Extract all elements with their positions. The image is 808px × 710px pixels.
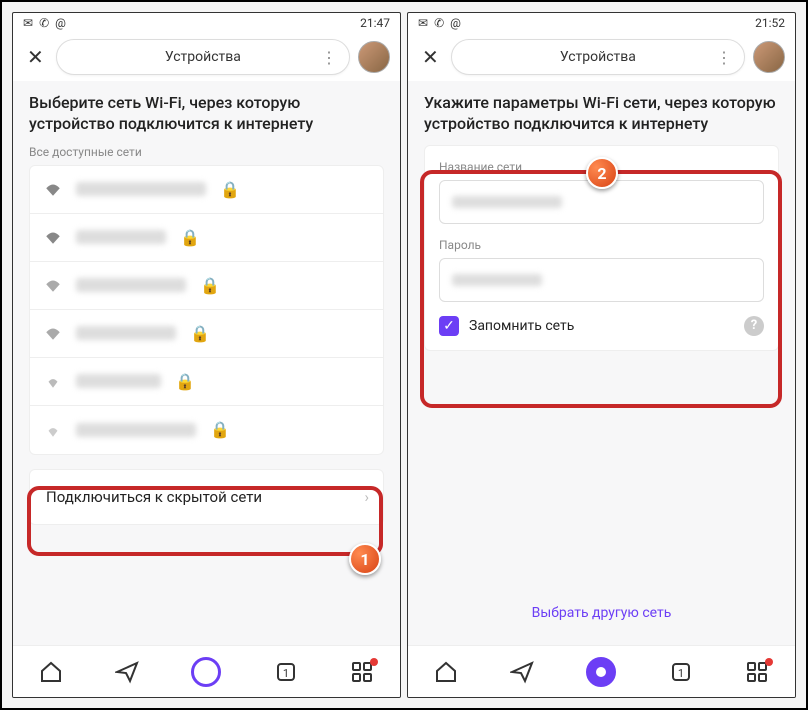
avatar[interactable] [753, 41, 785, 73]
nav-alice[interactable] [191, 657, 221, 687]
mail-icon: ✉ [418, 16, 428, 30]
lock-icon: 🔒 [190, 324, 210, 343]
nav-send[interactable] [115, 660, 139, 684]
nav-menu[interactable] [350, 660, 374, 684]
wifi-icon [44, 182, 62, 196]
wifi-item[interactable]: 🔒 [30, 214, 383, 262]
badge-1: 1 [349, 543, 381, 575]
clock: 21:47 [360, 16, 390, 30]
phone-left: ✉ ✆ @ 21:47 ✕ Устройства ⋮ Выберите сеть… [12, 12, 401, 698]
wifi-icon [44, 326, 62, 340]
lock-icon: 🔒 [180, 228, 200, 247]
wifi-item[interactable]: 🔒 [30, 166, 383, 214]
at-icon: @ [55, 16, 66, 30]
svg-text:1: 1 [283, 667, 289, 680]
wifi-name-blurred [76, 326, 176, 340]
wifi-item[interactable]: 🔒 [30, 406, 383, 454]
app-header: ✕ Устройства ⋮ [13, 33, 400, 81]
heading: Выберите сеть Wi-Fi, через которую устро… [29, 93, 384, 135]
more-icon[interactable]: ⋮ [716, 48, 732, 67]
close-icon[interactable]: ✕ [23, 41, 48, 73]
nav-tabs[interactable]: 1 [274, 660, 298, 684]
nav-bar: 1 [408, 645, 795, 697]
notification-dot [765, 658, 773, 666]
wifi-icon [44, 423, 62, 437]
nav-alice[interactable] [586, 657, 616, 687]
notification-dot [370, 658, 378, 666]
nav-send[interactable] [510, 660, 534, 684]
wifi-item[interactable]: 🔒 [30, 310, 383, 358]
password-label: Пароль [439, 238, 764, 252]
choose-other-network[interactable]: Выбрать другую сеть [424, 589, 779, 633]
nav-home[interactable] [434, 660, 458, 684]
list-label: Все доступные сети [29, 145, 384, 159]
wifi-item[interactable]: 🔒 [30, 262, 383, 310]
password-input[interactable] [439, 258, 764, 302]
badge-2: 2 [586, 157, 618, 189]
wifi-name-blurred [76, 278, 186, 292]
wifi-name-blurred [76, 423, 196, 437]
status-icons-left: ✉ ✆ @ [418, 16, 461, 30]
nav-menu[interactable] [745, 660, 769, 684]
svg-text:1: 1 [678, 667, 684, 680]
nav-tabs[interactable]: 1 [669, 660, 693, 684]
title-pill[interactable]: Устройства ⋮ [451, 39, 745, 75]
help-icon[interactable]: ? [744, 316, 764, 336]
phone-right: ✉ ✆ @ 21:52 ✕ Устройства ⋮ Укажите парам… [407, 12, 796, 698]
wifi-list: 🔒 🔒 🔒 🔒 [29, 165, 384, 455]
wifi-icon [44, 374, 62, 388]
content: Выберите сеть Wi-Fi, через которую устро… [13, 81, 400, 645]
lock-icon: 🔒 [210, 420, 230, 439]
heading: Укажите параметры Wi-Fi сети, через кото… [424, 93, 779, 135]
remember-checkbox[interactable]: ✓ [439, 316, 459, 336]
mail-icon: ✉ [23, 16, 33, 30]
whatsapp-icon: ✆ [434, 16, 444, 30]
status-bar: ✉ ✆ @ 21:52 [408, 13, 795, 33]
hidden-network-label: Подключиться к скрытой сети [46, 488, 262, 506]
lock-icon: 🔒 [220, 180, 240, 199]
chevron-right-icon: › [364, 488, 369, 506]
remember-row: ✓ Запомнить сеть ? [439, 316, 764, 336]
wifi-icon [44, 230, 62, 244]
clock: 21:52 [755, 16, 785, 30]
page-title: Устройства [165, 49, 241, 65]
wifi-item[interactable]: 🔒 [30, 358, 383, 406]
lock-icon: 🔒 [200, 276, 220, 295]
page-title: Устройства [560, 49, 636, 65]
nav-bar: 1 [13, 645, 400, 697]
title-pill[interactable]: Устройства ⋮ [56, 39, 350, 75]
nav-home[interactable] [39, 660, 63, 684]
wifi-name-blurred [76, 230, 166, 244]
status-bar: ✉ ✆ @ 21:47 [13, 13, 400, 33]
hidden-network-button[interactable]: Подключиться к скрытой сети › [29, 469, 384, 525]
network-name-value-blurred [452, 196, 562, 208]
status-icons-left: ✉ ✆ @ [23, 16, 66, 30]
remember-label: Запомнить сеть [469, 318, 574, 334]
close-icon[interactable]: ✕ [418, 41, 443, 73]
whatsapp-icon: ✆ [39, 16, 49, 30]
more-icon[interactable]: ⋮ [321, 48, 337, 67]
wifi-name-blurred [76, 374, 161, 388]
wifi-name-blurred [76, 182, 206, 196]
app-header: ✕ Устройства ⋮ [408, 33, 795, 81]
avatar[interactable] [358, 41, 390, 73]
lock-icon: 🔒 [175, 372, 195, 391]
at-icon: @ [450, 16, 461, 30]
wifi-icon [44, 278, 62, 292]
password-value-blurred [452, 274, 542, 286]
